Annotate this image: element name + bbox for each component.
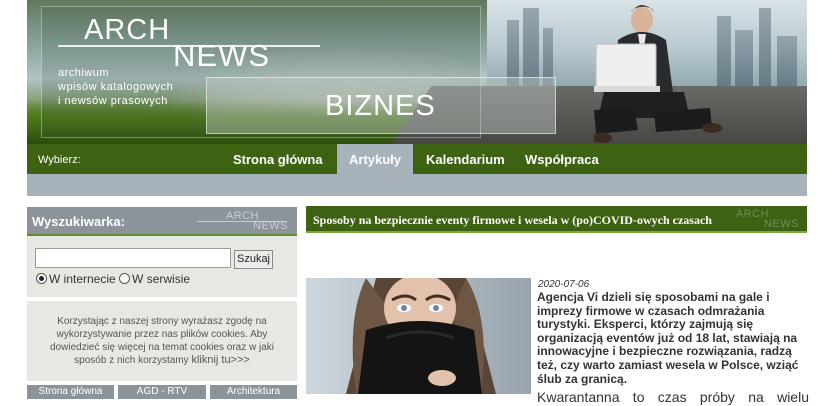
search-scope: W internecie W serwisie (36, 272, 190, 286)
article-title-bar: ARCH NEWS Sposoby na bezpiecznie eventy … (306, 206, 807, 233)
logo-subtitle: archiwum wpisów katalogowych i newsów pr… (58, 66, 173, 108)
article-photo (306, 278, 531, 394)
article-body: Kwarantanna to czas próby na wielu (537, 389, 809, 405)
bar-logo-news: NEWS (764, 218, 799, 230)
search-title: Wyszukiwarka: (32, 214, 125, 229)
woman-portrait-image (346, 278, 496, 394)
category-home[interactable]: Strona główna (27, 385, 114, 399)
article-lead: Agencja Vi dzieli się sposobami na gale … (537, 290, 799, 386)
search-panel: Szukaj W internecie W serwisie (27, 234, 297, 297)
subnav-bar (27, 174, 807, 196)
search-button[interactable]: Szukaj (234, 250, 273, 269)
radio-site[interactable] (119, 273, 131, 284)
businessman-illustration (594, 5, 722, 143)
logo-subtitle-line: i newsów prasowych (58, 95, 168, 107)
logo-subtitle-line: wpisów katalogowych (58, 81, 174, 93)
radio-site-label: W serwisie (132, 272, 191, 286)
cookie-notice: Korzystając z naszej strony wyrażasz zgo… (27, 301, 297, 381)
radio-internet-label: W internecie (49, 272, 116, 286)
nav-item-home[interactable]: Strona główna (233, 144, 323, 174)
category-row: Strona główna AGD - RTV Architektura (27, 385, 297, 399)
category-agd-rtv[interactable]: AGD - RTV (118, 385, 206, 399)
nav-prompt: Wybierz: (38, 154, 81, 166)
sidebar: Wyszukiwarka: ARCH NEWS Szukaj W interne… (27, 207, 297, 406)
logo-news-text[interactable]: NEWS (173, 38, 270, 74)
section-label: BIZNES (325, 90, 436, 122)
mini-logo-news: NEWS (253, 220, 288, 232)
site-banner: ARCH NEWS archiwum wpisów katalogowych i… (27, 0, 807, 144)
search-header: Wyszukiwarka: ARCH NEWS (27, 207, 297, 234)
main-navigation: Wybierz: Strona główna Artykuły Kalendar… (27, 144, 807, 174)
logo-subtitle-line: archiwum (58, 67, 110, 79)
nav-item-articles[interactable]: Artykuły (337, 144, 414, 174)
article-date: 2020-07-06 (538, 279, 590, 290)
radio-internet[interactable] (36, 273, 47, 284)
section-label-box: BIZNES (206, 77, 556, 134)
category-architecture[interactable]: Architektura (210, 385, 297, 399)
nav-item-calendar[interactable]: Kalendarium (426, 144, 505, 174)
cookie-link[interactable]: kliknij tu>>> (191, 354, 249, 366)
logo-arch-text[interactable]: ARCH (84, 14, 170, 47)
building-graphic (777, 36, 797, 90)
article-title[interactable]: Sposoby na bezpiecznie eventy firmowe i … (313, 213, 712, 228)
search-input[interactable] (35, 248, 231, 268)
building-graphic (759, 8, 771, 90)
nav-item-cooperation[interactable]: Współpraca (525, 144, 599, 174)
